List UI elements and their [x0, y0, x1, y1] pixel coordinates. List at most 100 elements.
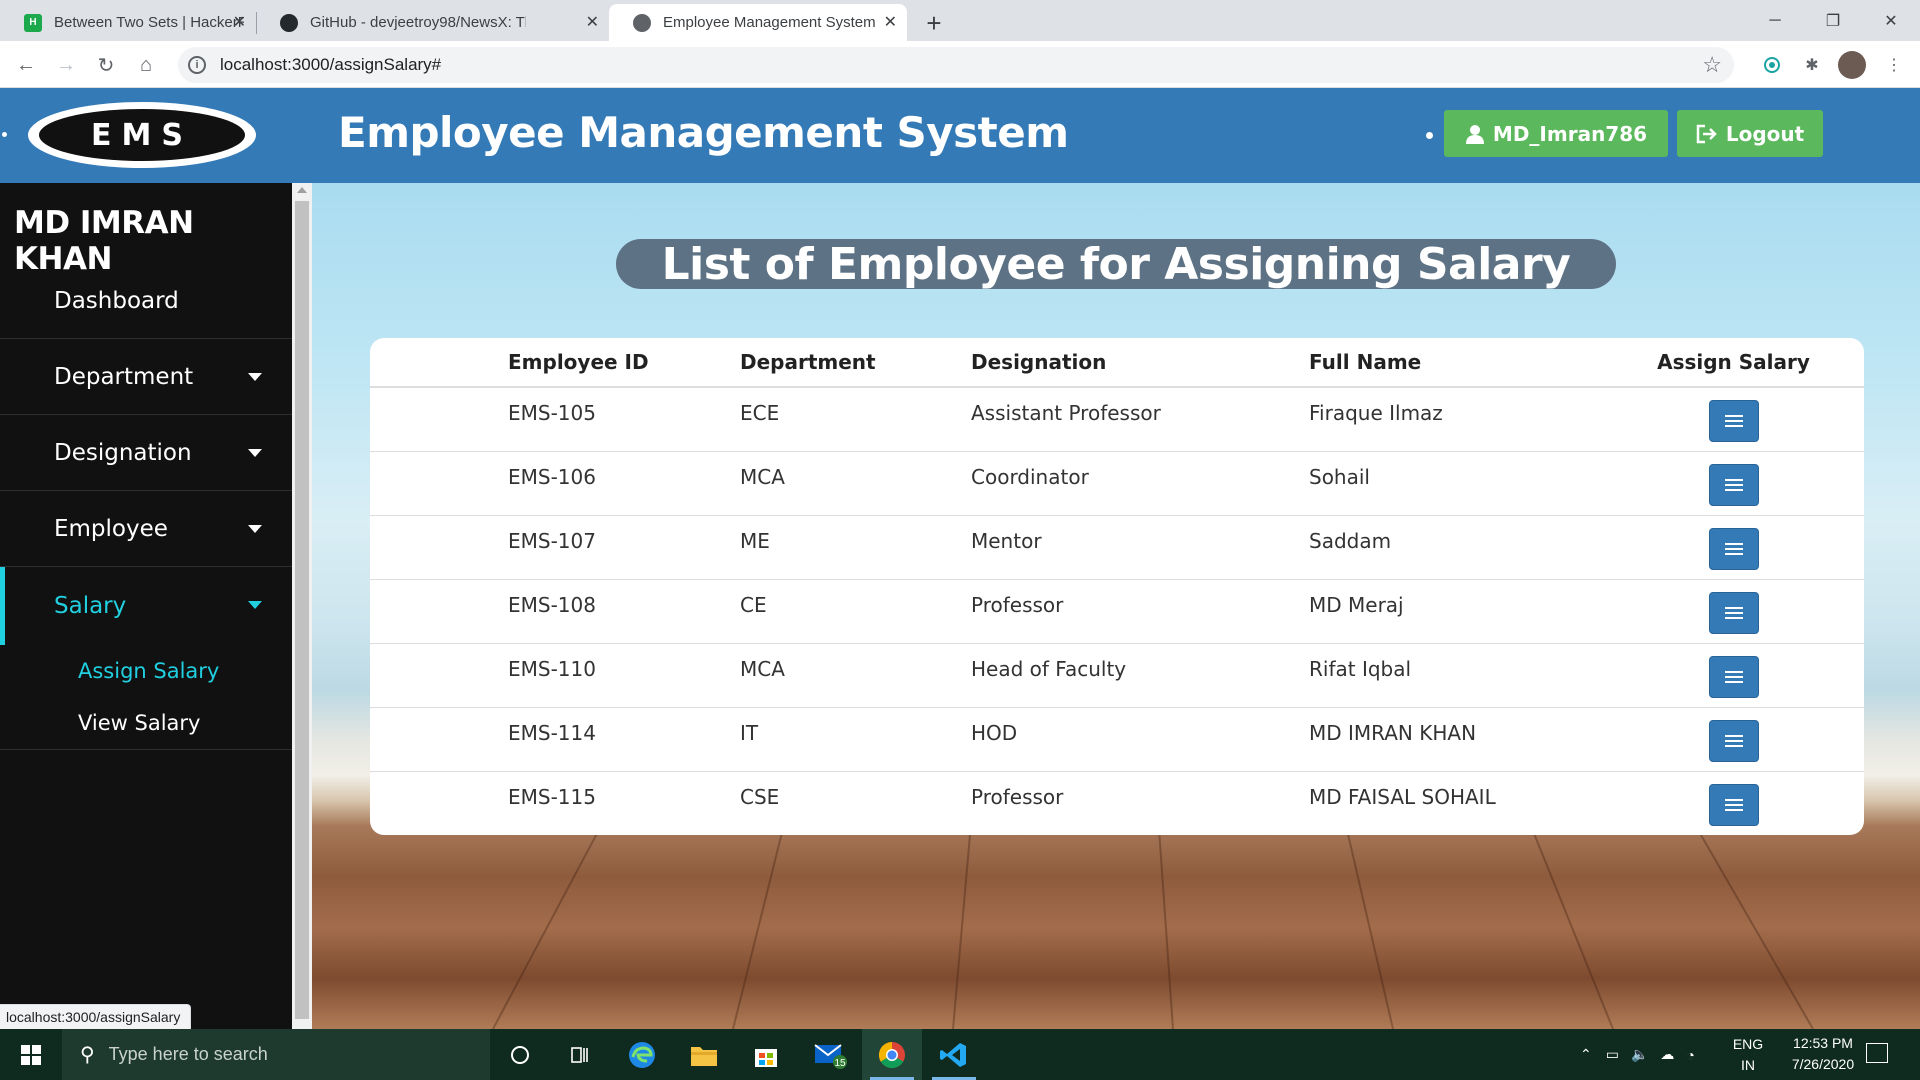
mail-icon[interactable]: 15: [800, 1029, 860, 1080]
sidebar: MD IMRAN KHAN Dashboard Department Desig…: [0, 183, 292, 1029]
vscode-icon[interactable]: [924, 1029, 984, 1080]
windows-start-button[interactable]: [0, 1029, 62, 1080]
submenu-item-assign-salary[interactable]: Assign Salary: [0, 645, 292, 697]
notifications-icon[interactable]: [1866, 1043, 1888, 1063]
microsoft-store-icon[interactable]: [736, 1029, 796, 1080]
profile-avatar[interactable]: [1838, 51, 1866, 79]
cortana-icon[interactable]: [490, 1029, 550, 1080]
logout-icon: [1696, 124, 1717, 143]
close-tab-icon[interactable]: ✕: [233, 12, 246, 32]
extension-icon[interactable]: [1758, 51, 1786, 79]
employee-salary-table: Employee ID Department Designation Full …: [370, 338, 1864, 835]
tab-hackerrank[interactable]: H Between Two Sets | HackerRank ✕: [0, 4, 256, 41]
full-name-cell: MD Meraj: [1309, 579, 1603, 644]
tab-employee-management[interactable]: Employee Management System ✕: [609, 4, 907, 41]
submenu-item-view-salary[interactable]: View Salary: [0, 697, 292, 749]
full-name-cell: Sohail: [1309, 451, 1603, 516]
assign-salary-button[interactable]: [1708, 591, 1759, 634]
ems-logo[interactable]: EMS: [28, 102, 256, 168]
caret-down-icon: [248, 373, 262, 381]
sidebar-item-department[interactable]: Department: [0, 339, 292, 415]
github-icon: [280, 13, 298, 32]
close-tab-icon[interactable]: ✕: [884, 12, 897, 32]
tab-github[interactable]: GitHub - devjeetroy98/NewsX: Th ✕: [256, 4, 609, 41]
app: EMS Employee Management System MD_Imran7…: [0, 88, 1920, 1029]
table-header-row: Employee ID Department Designation Full …: [370, 338, 1864, 388]
extensions-puzzle-icon[interactable]: ✱: [1798, 51, 1826, 79]
task-view-icon[interactable]: [550, 1029, 610, 1080]
top-navbar: EMS Employee Management System MD_Imran7…: [0, 88, 1920, 183]
table-row: EMS-110 MCA Head of Faculty Rifat Iqbal: [370, 643, 1864, 708]
sidebar-item-dashboard[interactable]: Dashboard: [0, 263, 292, 339]
assign-salary-button[interactable]: [1708, 463, 1759, 506]
assign-salary-button[interactable]: [1708, 655, 1759, 698]
windows-logo-icon: [21, 1044, 41, 1065]
column-header-designation: Designation: [971, 338, 1309, 388]
list-icon: [1724, 478, 1743, 491]
user-icon: [1465, 124, 1484, 144]
caret-down-icon: [248, 525, 262, 533]
sidebar-scrollbar[interactable]: [292, 183, 312, 1029]
assign-salary-button[interactable]: [1708, 783, 1759, 826]
list-icon: [1724, 670, 1743, 683]
page-title: List of Employee for Assigning Salary: [661, 238, 1571, 290]
table-row: EMS-108 CE Professor MD Meraj: [370, 579, 1864, 644]
battery-icon[interactable]: ▭: [1606, 1046, 1619, 1063]
designation-cell: HOD: [971, 707, 1309, 772]
reload-icon[interactable]: ↻: [90, 49, 122, 81]
taskbar-clock[interactable]: 12:53 PM 7/26/2020: [1768, 1033, 1878, 1075]
home-icon[interactable]: ⌂: [130, 49, 162, 81]
designation-cell: Professor: [971, 784, 1064, 809]
chevron-up-icon[interactable]: ⌃: [1580, 1046, 1592, 1063]
full-name-cell: Firaque Ilmaz: [1309, 387, 1603, 452]
globe-icon: [633, 13, 651, 32]
close-tab-icon[interactable]: ✕: [586, 12, 599, 32]
assign-salary-button[interactable]: [1708, 719, 1759, 762]
designation-cell: Assistant Professor: [971, 387, 1309, 452]
restore-icon[interactable]: ❐: [1804, 0, 1862, 41]
address-bar[interactable]: i localhost:3000/assignSalary# ☆: [178, 47, 1734, 83]
full-name-cell: Saddam: [1309, 515, 1603, 580]
minimize-icon[interactable]: ─: [1746, 0, 1804, 41]
designation-cell: Mentor: [971, 515, 1309, 580]
sidebar-item-salary[interactable]: Salary: [0, 567, 292, 645]
sidebar-item-employee[interactable]: Employee: [0, 491, 292, 567]
file-explorer-icon[interactable]: [674, 1029, 734, 1080]
edge-browser-icon[interactable]: [612, 1029, 672, 1080]
department-cell: ME: [740, 515, 971, 580]
bookmark-star-icon[interactable]: ☆: [1702, 52, 1722, 78]
wifi-icon[interactable]: ◔: [1686, 1047, 1694, 1063]
volume-icon[interactable]: 🔈: [1631, 1046, 1648, 1063]
employee-id-cell: EMS-114: [370, 707, 740, 772]
page-title-banner: List of Employee for Assigning Salary: [616, 238, 1616, 290]
logout-button[interactable]: Logout: [1677, 110, 1823, 157]
table-row: EMS-106 MCA Coordinator Sohail: [370, 451, 1864, 516]
back-icon[interactable]: ←: [10, 49, 42, 81]
app-title: Employee Management System: [338, 108, 1069, 157]
column-header-department: Department: [740, 338, 971, 388]
department-cell: CE: [740, 579, 971, 644]
scroll-up-icon[interactable]: [297, 187, 307, 193]
menu-dots-icon[interactable]: ⋮: [1880, 51, 1908, 79]
forward-icon[interactable]: →: [50, 49, 82, 81]
onedrive-cloud-icon[interactable]: ☁: [1660, 1046, 1674, 1063]
sidebar-item-designation[interactable]: Designation: [0, 415, 292, 491]
table-row: EMS-105 ECE Assistant Professor Firaque …: [370, 387, 1864, 452]
salary-submenu: Assign Salary View Salary: [0, 645, 292, 750]
windows-taskbar: ⚲ Type here to search 15 ⌃ ▭ 🔈 ☁ ◔ ENG I…: [0, 1029, 1920, 1080]
new-tab-button[interactable]: +: [918, 7, 950, 39]
assign-salary-button[interactable]: [1708, 400, 1759, 442]
svg-text:15: 15: [834, 1058, 846, 1069]
table-row: EMS-107 ME Mentor Saddam: [370, 515, 1864, 580]
site-info-icon[interactable]: i: [188, 56, 206, 74]
close-window-icon[interactable]: ✕: [1862, 0, 1920, 41]
assign-salary-button[interactable]: [1708, 527, 1759, 570]
department-cell: CSE: [740, 784, 780, 809]
language-indicator[interactable]: ENG IN: [1722, 1034, 1774, 1076]
system-tray: ⌃ ▭ 🔈 ☁ ◔: [1580, 1029, 1707, 1080]
user-profile-button[interactable]: MD_Imran786: [1444, 110, 1668, 157]
main-content: List of Employee for Assigning Salary Em…: [312, 183, 1920, 1029]
scrollbar-thumb[interactable]: [295, 201, 309, 1019]
taskbar-search-input[interactable]: ⚲ Type here to search: [62, 1029, 490, 1080]
chrome-icon[interactable]: [862, 1029, 922, 1080]
